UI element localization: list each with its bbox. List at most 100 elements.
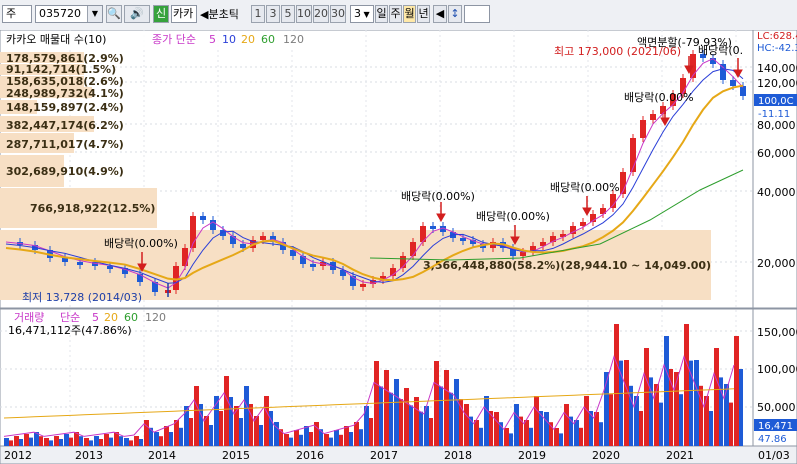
x-tick: 2018: [444, 449, 472, 462]
dividend-annotation: 배당락(0.00%): [401, 190, 475, 203]
volume-bar: [659, 402, 663, 446]
ma10-label: 10: [222, 33, 236, 46]
search-icon[interactable]: 🔍: [106, 5, 122, 23]
vp-label: 766,918,922(12.5%): [30, 202, 155, 215]
period-type-text: 분초틱: [208, 8, 239, 21]
y-tick: 60,000: [757, 147, 796, 160]
volume-bar: [524, 420, 529, 446]
volume-bar: [404, 388, 409, 446]
vp-label: 382,447,174(6.2%): [6, 119, 124, 132]
volume-bar: [504, 428, 509, 446]
volume-bar: [109, 437, 113, 446]
volume-bar: [474, 420, 479, 446]
volume-bar: [299, 434, 303, 446]
candle-body: [173, 266, 179, 290]
candle-body: [77, 262, 83, 265]
period-20[interactable]: 20: [313, 5, 329, 23]
volume-bar: [249, 404, 253, 446]
period-30-label: 30: [331, 7, 345, 20]
stock-chart[interactable]: 178,579,861(2.9%) 91,142,714(1.5%) 158,6…: [0, 30, 797, 464]
volume-bar: [559, 433, 563, 446]
ma120-label: 120: [283, 33, 304, 46]
period-30[interactable]: 30: [330, 5, 346, 23]
volume-bar: [184, 406, 189, 446]
period-5[interactable]: 5: [281, 5, 295, 23]
vol-y-tick: 50,000: [757, 401, 796, 414]
volume-bar: [599, 422, 603, 446]
volume-bar: [344, 426, 349, 446]
ma5-label: 5: [209, 33, 216, 46]
new-tab-button[interactable]: 신: [153, 5, 169, 23]
volume-bar: [64, 434, 69, 446]
vol-y-tick: 100,000: [757, 363, 797, 376]
candle-body: [107, 266, 113, 269]
current-volume-pct: 47.86: [758, 434, 787, 445]
market-select[interactable]: 주: [2, 5, 32, 23]
timeframe-month-label: 월: [404, 7, 415, 20]
volume-bar: [134, 436, 139, 446]
period-type-label[interactable]: ◀분초틱: [200, 6, 239, 22]
volume-bar: [174, 420, 179, 446]
volume-bar: [554, 428, 559, 446]
left-icon[interactable]: ◀: [433, 5, 447, 23]
candle-body: [200, 216, 206, 220]
volume-bar: [4, 438, 9, 446]
y-tick: 140,000: [757, 62, 797, 75]
stock-code-input[interactable]: 035720 ▼: [35, 5, 103, 23]
timeframe-month[interactable]: 월: [403, 5, 416, 23]
volume-bar: [484, 396, 489, 446]
x-tick: 2021: [666, 449, 694, 462]
volume-bar: [99, 439, 103, 446]
volume-bar: [334, 430, 339, 446]
volume-bar: [459, 399, 463, 446]
period-10[interactable]: 10: [296, 5, 312, 23]
volume-bar: [24, 434, 29, 446]
ma20-label: 20: [241, 33, 255, 46]
period-5-label: 5: [284, 7, 292, 20]
timeframe-week[interactable]: 주: [389, 5, 402, 23]
vp-label: 248,989,732(4.1%): [6, 87, 124, 100]
speaker-icon[interactable]: 🔊: [124, 5, 150, 23]
volume-bar: [399, 399, 403, 446]
candle-body: [730, 80, 736, 86]
date-input[interactable]: [464, 5, 490, 23]
dividend-annotation: 배당락(0.00%: [624, 91, 694, 104]
period-1[interactable]: 1: [251, 5, 265, 23]
volume-bar: [379, 386, 383, 446]
volume-bar: [464, 404, 469, 446]
volume-bar: [429, 418, 433, 446]
timeframe-day[interactable]: 일: [375, 5, 388, 23]
volume-bar: [439, 386, 443, 446]
volume-bar: [454, 379, 459, 446]
volume-bar: [104, 434, 109, 446]
candle-body: [182, 248, 188, 266]
dividend-annotation: 배당락(0.00%): [476, 210, 550, 223]
volume-bar: [129, 440, 133, 446]
chevron-down-icon[interactable]: ▼: [87, 6, 102, 22]
new-tab-label: 신: [155, 7, 167, 20]
company-name: 카카: [173, 7, 194, 20]
vp-label: 148,159,897(2.4%): [6, 101, 124, 114]
current-change: -11.11: [758, 109, 790, 120]
volume-bar: [84, 438, 89, 446]
volume-bar: [714, 348, 719, 446]
volume-bar: [59, 439, 63, 446]
volume-bar: [639, 411, 643, 446]
volume-bar: [159, 436, 163, 446]
y-tick: 40,000: [757, 186, 796, 199]
volume-bar: [329, 437, 333, 446]
updown-icon[interactable]: ↕: [448, 5, 462, 23]
candle-body: [240, 244, 246, 248]
volume-bar: [244, 386, 249, 446]
period-10-label: 10: [297, 7, 311, 20]
volume-bar: [479, 427, 483, 446]
timeframe-year[interactable]: 년: [417, 5, 430, 23]
volume-bar: [44, 438, 49, 446]
volume-bar: [394, 379, 399, 446]
volume-bar: [349, 432, 353, 446]
volume-bar: [389, 392, 393, 446]
count-select[interactable]: 3 ▼: [350, 5, 374, 23]
count-value: 3: [354, 7, 361, 20]
period-3[interactable]: 3: [266, 5, 280, 23]
volume-bar: [169, 432, 173, 446]
